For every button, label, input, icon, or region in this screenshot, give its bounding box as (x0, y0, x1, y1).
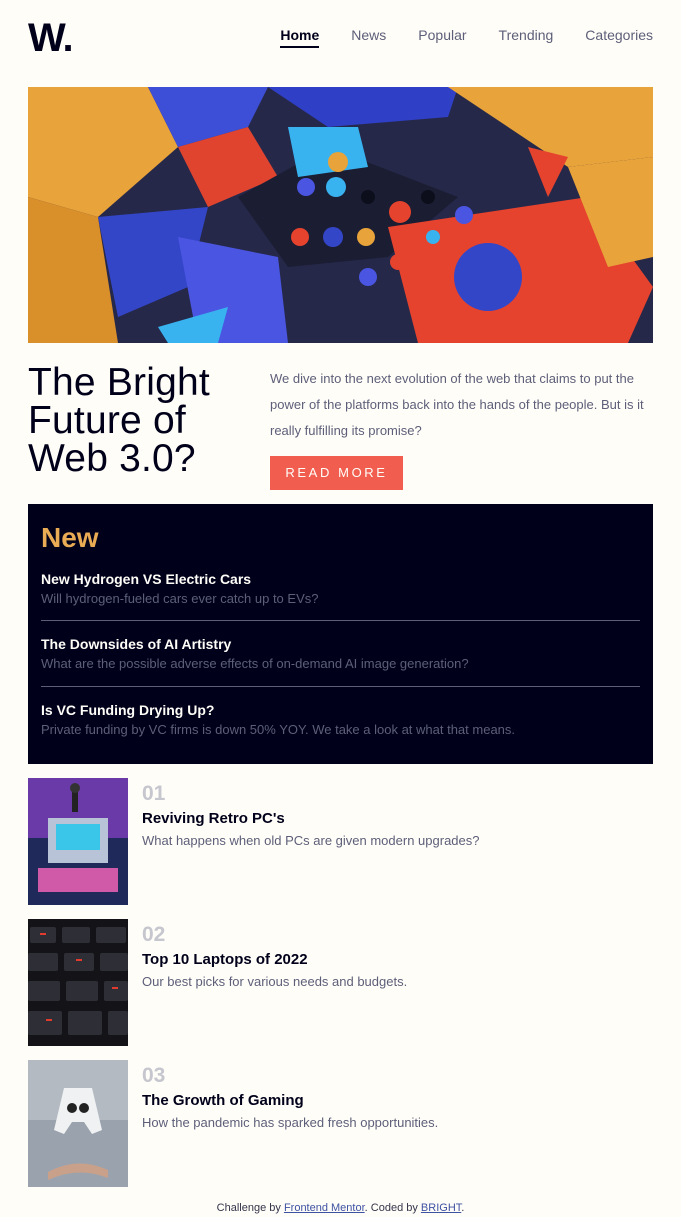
headline-line-3: Web 3.0? (28, 437, 196, 480)
hero-description: We dive into the next evolution of the w… (270, 371, 644, 438)
new-item-title[interactable]: Is VC Funding Drying Up? (41, 701, 640, 719)
author-link[interactable]: BRIGHT (421, 1202, 461, 1214)
nav-home[interactable]: Home (280, 26, 320, 48)
divider (41, 686, 640, 687)
new-item-title[interactable]: The Downsides of AI Artistry (41, 635, 640, 653)
nav-trending[interactable]: Trending (499, 26, 554, 48)
trending-item[interactable]: 03 The Growth of Gaming How the pandemic… (28, 1060, 653, 1187)
nav-categories[interactable]: Categories (585, 26, 653, 48)
game-controller-thumbnail[interactable] (28, 1060, 128, 1187)
new-item[interactable]: New Hydrogen VS Electric Cars Will hydro… (41, 570, 640, 608)
divider (41, 620, 640, 621)
trending-number: 03 (142, 1064, 166, 1087)
footer-suffix: . (461, 1202, 465, 1214)
hero-headline: The Bright Future of Web 3.0? (28, 361, 248, 480)
trending-number: 01 (142, 782, 166, 805)
new-section-title: New (41, 522, 99, 553)
footer-prefix: Challenge by (216, 1202, 284, 1214)
trending-desc: What happens when old PCs are given mode… (142, 833, 480, 848)
attribution-footer: Challenge by Frontend Mentor. Coded by B… (0, 1202, 681, 1214)
trending-item[interactable]: 02 Top 10 Laptops of 2022 Our best picks… (28, 919, 653, 1046)
frontend-mentor-link[interactable]: Frontend Mentor (284, 1202, 365, 1214)
new-articles-panel: New New Hydrogen VS Electric Cars Will h… (28, 504, 653, 764)
new-item-desc: Will hydrogen-fueled cars ever catch up … (41, 591, 319, 606)
headline-line-1: The Bright (28, 361, 210, 404)
hero-image (28, 87, 653, 343)
logo[interactable]: W. (28, 16, 74, 60)
trending-title[interactable]: The Growth of Gaming (142, 1092, 304, 1109)
headline-line-2: Future of (28, 399, 186, 442)
trending-item[interactable]: 01 Reviving Retro PC's What happens when… (28, 778, 653, 905)
trending-title[interactable]: Reviving Retro PC's (142, 810, 285, 827)
new-item[interactable]: The Downsides of AI Artistry What are th… (41, 635, 640, 673)
trending-number: 02 (142, 923, 166, 946)
nav-news[interactable]: News (351, 26, 386, 48)
retro-pc-thumbnail[interactable] (28, 778, 128, 905)
new-item-desc: What are the possible adverse effects of… (41, 656, 469, 671)
nav-popular[interactable]: Popular (418, 26, 466, 48)
new-item[interactable]: Is VC Funding Drying Up? Private funding… (41, 701, 640, 739)
trending-desc: How the pandemic has sparked fresh oppor… (142, 1115, 439, 1130)
new-item-desc: Private funding by VC firms is down 50% … (41, 722, 516, 737)
trending-title[interactable]: Top 10 Laptops of 2022 (142, 951, 308, 968)
new-item-title[interactable]: New Hydrogen VS Electric Cars (41, 570, 640, 588)
laptop-keyboard-thumbnail[interactable] (28, 919, 128, 1046)
footer-middle: . Coded by (364, 1202, 421, 1214)
read-more-button[interactable]: READ MORE (270, 456, 403, 490)
trending-desc: Our best picks for various needs and bud… (142, 974, 408, 989)
site-header: W. Home News Popular Trending Categories (28, 16, 653, 60)
main-nav: Home News Popular Trending Categories (248, 26, 653, 48)
